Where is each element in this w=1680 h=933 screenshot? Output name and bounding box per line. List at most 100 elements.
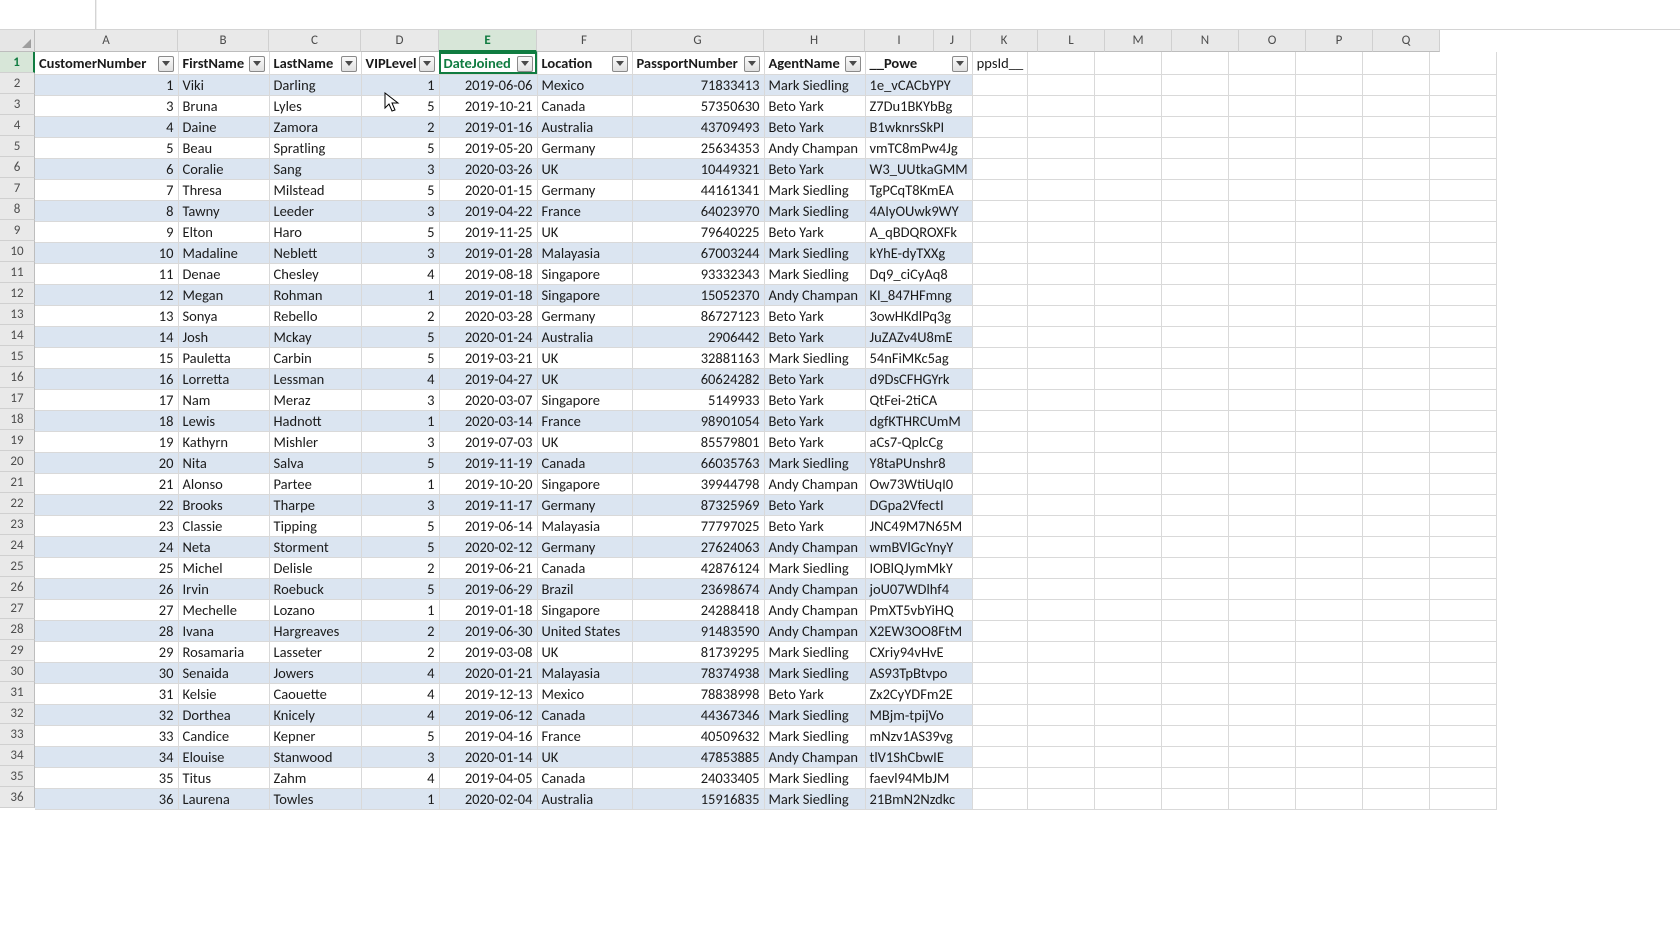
- empty-cell[interactable]: [1162, 473, 1229, 494]
- row-header-31[interactable]: 31: [0, 682, 35, 703]
- cell[interactable]: d9DsCFHGYrk: [865, 368, 972, 389]
- empty-cell[interactable]: [1162, 431, 1229, 452]
- cell[interactable]: 2: [361, 641, 439, 662]
- cell[interactable]: Australia: [537, 326, 632, 347]
- cell[interactable]: 3: [361, 494, 439, 515]
- cell[interactable]: 2020-03-28: [439, 305, 537, 326]
- cell[interactable]: 39944798: [632, 473, 764, 494]
- empty-cell[interactable]: [1162, 599, 1229, 620]
- empty-cell[interactable]: [1296, 305, 1363, 326]
- empty-cell[interactable]: [1363, 263, 1430, 284]
- empty-cell[interactable]: [972, 725, 1028, 746]
- cell[interactable]: 22: [35, 494, 178, 515]
- column-header-G[interactable]: G: [632, 30, 764, 52]
- cell[interactable]: 21: [35, 473, 178, 494]
- cell[interactable]: 2020-01-14: [439, 746, 537, 767]
- empty-cell[interactable]: [1095, 641, 1162, 662]
- empty-cell[interactable]: [1296, 599, 1363, 620]
- cell[interactable]: 12: [35, 284, 178, 305]
- cell[interactable]: Andy Champan: [764, 536, 865, 557]
- table-header-PassportNumber[interactable]: PassportNumber: [632, 52, 764, 74]
- cell[interactable]: MBjm-tpijVo: [865, 704, 972, 725]
- row-header-25[interactable]: 25: [0, 556, 35, 577]
- cell[interactable]: 2019-04-05: [439, 767, 537, 788]
- empty-cell[interactable]: [1028, 305, 1095, 326]
- empty-cell[interactable]: [1095, 557, 1162, 578]
- cell[interactable]: UK: [537, 368, 632, 389]
- cell[interactable]: Mark Siedling: [764, 557, 865, 578]
- empty-cell[interactable]: [1162, 284, 1229, 305]
- row-header-1[interactable]: 1: [0, 52, 35, 73]
- empty-cell[interactable]: [1363, 536, 1430, 557]
- row-header-34[interactable]: 34: [0, 745, 35, 766]
- empty-cell[interactable]: [1162, 494, 1229, 515]
- empty-cell[interactable]: [1363, 452, 1430, 473]
- cell[interactable]: 78374938: [632, 662, 764, 683]
- cell[interactable]: 25634353: [632, 137, 764, 158]
- empty-cell[interactable]: [1430, 788, 1497, 809]
- empty-cell[interactable]: [1363, 137, 1430, 158]
- cell[interactable]: Germany: [537, 305, 632, 326]
- cell[interactable]: Darling: [269, 74, 361, 95]
- cell[interactable]: 8: [35, 200, 178, 221]
- row-header-8[interactable]: 8: [0, 199, 35, 220]
- empty-cell[interactable]: [1028, 263, 1095, 284]
- empty-cell[interactable]: [1095, 242, 1162, 263]
- empty-cell[interactable]: [1363, 368, 1430, 389]
- empty-cell[interactable]: [1162, 578, 1229, 599]
- cell[interactable]: 31: [35, 683, 178, 704]
- cell[interactable]: France: [537, 200, 632, 221]
- empty-cell[interactable]: [1095, 52, 1162, 74]
- row-header-2[interactable]: 2: [0, 73, 35, 94]
- empty-cell[interactable]: [1162, 242, 1229, 263]
- column-header-N[interactable]: N: [1172, 30, 1239, 52]
- cell[interactable]: 77797025: [632, 515, 764, 536]
- cell[interactable]: 57350630: [632, 95, 764, 116]
- empty-cell[interactable]: [1095, 620, 1162, 641]
- empty-cell[interactable]: [1162, 641, 1229, 662]
- empty-cell[interactable]: [1296, 242, 1363, 263]
- cell[interactable]: 2019-06-06: [439, 74, 537, 95]
- cell[interactable]: Meraz: [269, 389, 361, 410]
- empty-cell[interactable]: [1229, 515, 1296, 536]
- empty-cell[interactable]: [1028, 515, 1095, 536]
- empty-cell[interactable]: [1363, 620, 1430, 641]
- empty-cell[interactable]: [1162, 767, 1229, 788]
- empty-cell[interactable]: [1430, 326, 1497, 347]
- empty-cell[interactable]: [1229, 200, 1296, 221]
- empty-cell[interactable]: [1162, 221, 1229, 242]
- empty-cell[interactable]: [972, 221, 1028, 242]
- empty-cell[interactable]: [1229, 767, 1296, 788]
- empty-cell[interactable]: [1229, 368, 1296, 389]
- cell[interactable]: 4: [35, 116, 178, 137]
- cell[interactable]: Canada: [537, 95, 632, 116]
- cell[interactable]: Mexico: [537, 683, 632, 704]
- empty-cell[interactable]: [1028, 158, 1095, 179]
- cell[interactable]: Andy Champan: [764, 473, 865, 494]
- cell[interactable]: Mark Siedling: [764, 788, 865, 809]
- cell[interactable]: 11: [35, 263, 178, 284]
- cell[interactable]: 21BmN2Nzdkc: [865, 788, 972, 809]
- cell[interactable]: 2020-03-14: [439, 410, 537, 431]
- empty-cell[interactable]: [1028, 368, 1095, 389]
- cell[interactable]: Andy Champan: [764, 746, 865, 767]
- cell[interactable]: UK: [537, 347, 632, 368]
- empty-cell[interactable]: [1162, 116, 1229, 137]
- column-header-F[interactable]: F: [537, 30, 632, 52]
- cell[interactable]: 2019-10-20: [439, 473, 537, 494]
- empty-cell[interactable]: [1363, 200, 1430, 221]
- table-header-LastName[interactable]: LastName: [269, 52, 361, 74]
- empty-cell[interactable]: [1095, 410, 1162, 431]
- empty-cell[interactable]: [972, 200, 1028, 221]
- cell[interactable]: 71833413: [632, 74, 764, 95]
- cell[interactable]: 17: [35, 389, 178, 410]
- row-header-18[interactable]: 18: [0, 409, 35, 430]
- cell[interactable]: Singapore: [537, 389, 632, 410]
- empty-cell[interactable]: [1028, 620, 1095, 641]
- cell[interactable]: 3: [361, 389, 439, 410]
- empty-cell[interactable]: [1095, 284, 1162, 305]
- cell[interactable]: 32881163: [632, 347, 764, 368]
- empty-cell[interactable]: [1229, 662, 1296, 683]
- empty-cell[interactable]: [1095, 368, 1162, 389]
- row-header-14[interactable]: 14: [0, 325, 35, 346]
